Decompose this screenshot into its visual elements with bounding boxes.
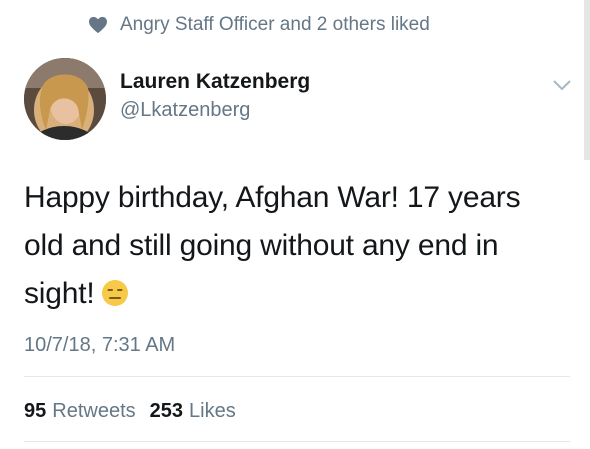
- chevron-down-icon[interactable]: [552, 78, 572, 92]
- scrollbar[interactable]: [584, 0, 590, 160]
- tweet-timestamp: 10/7/18, 7:31 AM: [24, 334, 176, 356]
- avatar[interactable]: [24, 58, 106, 140]
- tweet-header: Lauren Katzenberg @Lkatzenberg: [24, 58, 576, 142]
- likes-label: Likes: [189, 400, 236, 422]
- divider: [24, 441, 570, 442]
- expressionless-face-emoji: [101, 280, 128, 306]
- author-name[interactable]: Lauren Katzenberg: [120, 70, 310, 94]
- retweets-label: Retweets: [52, 400, 136, 422]
- tweet-stats: 95 Retweets 253 Likes: [24, 400, 236, 423]
- social-context-text: Angry Staff Officer and 2 others liked: [120, 14, 430, 35]
- tweet-body: Happy birthday, Afghan War! 17 years old…: [24, 181, 521, 310]
- social-context[interactable]: Angry Staff Officer and 2 others liked: [88, 14, 430, 36]
- tweet-text: Happy birthday, Afghan War! 17 years old…: [24, 174, 564, 318]
- author-handle[interactable]: @Lkatzenberg: [120, 99, 250, 122]
- heart-icon: [89, 16, 107, 34]
- retweets-stat[interactable]: 95 Retweets: [24, 400, 136, 423]
- tweet-detail-view: Angry Staff Officer and 2 others liked L…: [0, 0, 590, 449]
- retweets-count: 95: [24, 400, 47, 422]
- divider: [24, 376, 570, 377]
- likes-count: 253: [149, 400, 183, 422]
- avatar-image: [24, 58, 106, 140]
- likes-stat[interactable]: 253 Likes: [150, 400, 236, 423]
